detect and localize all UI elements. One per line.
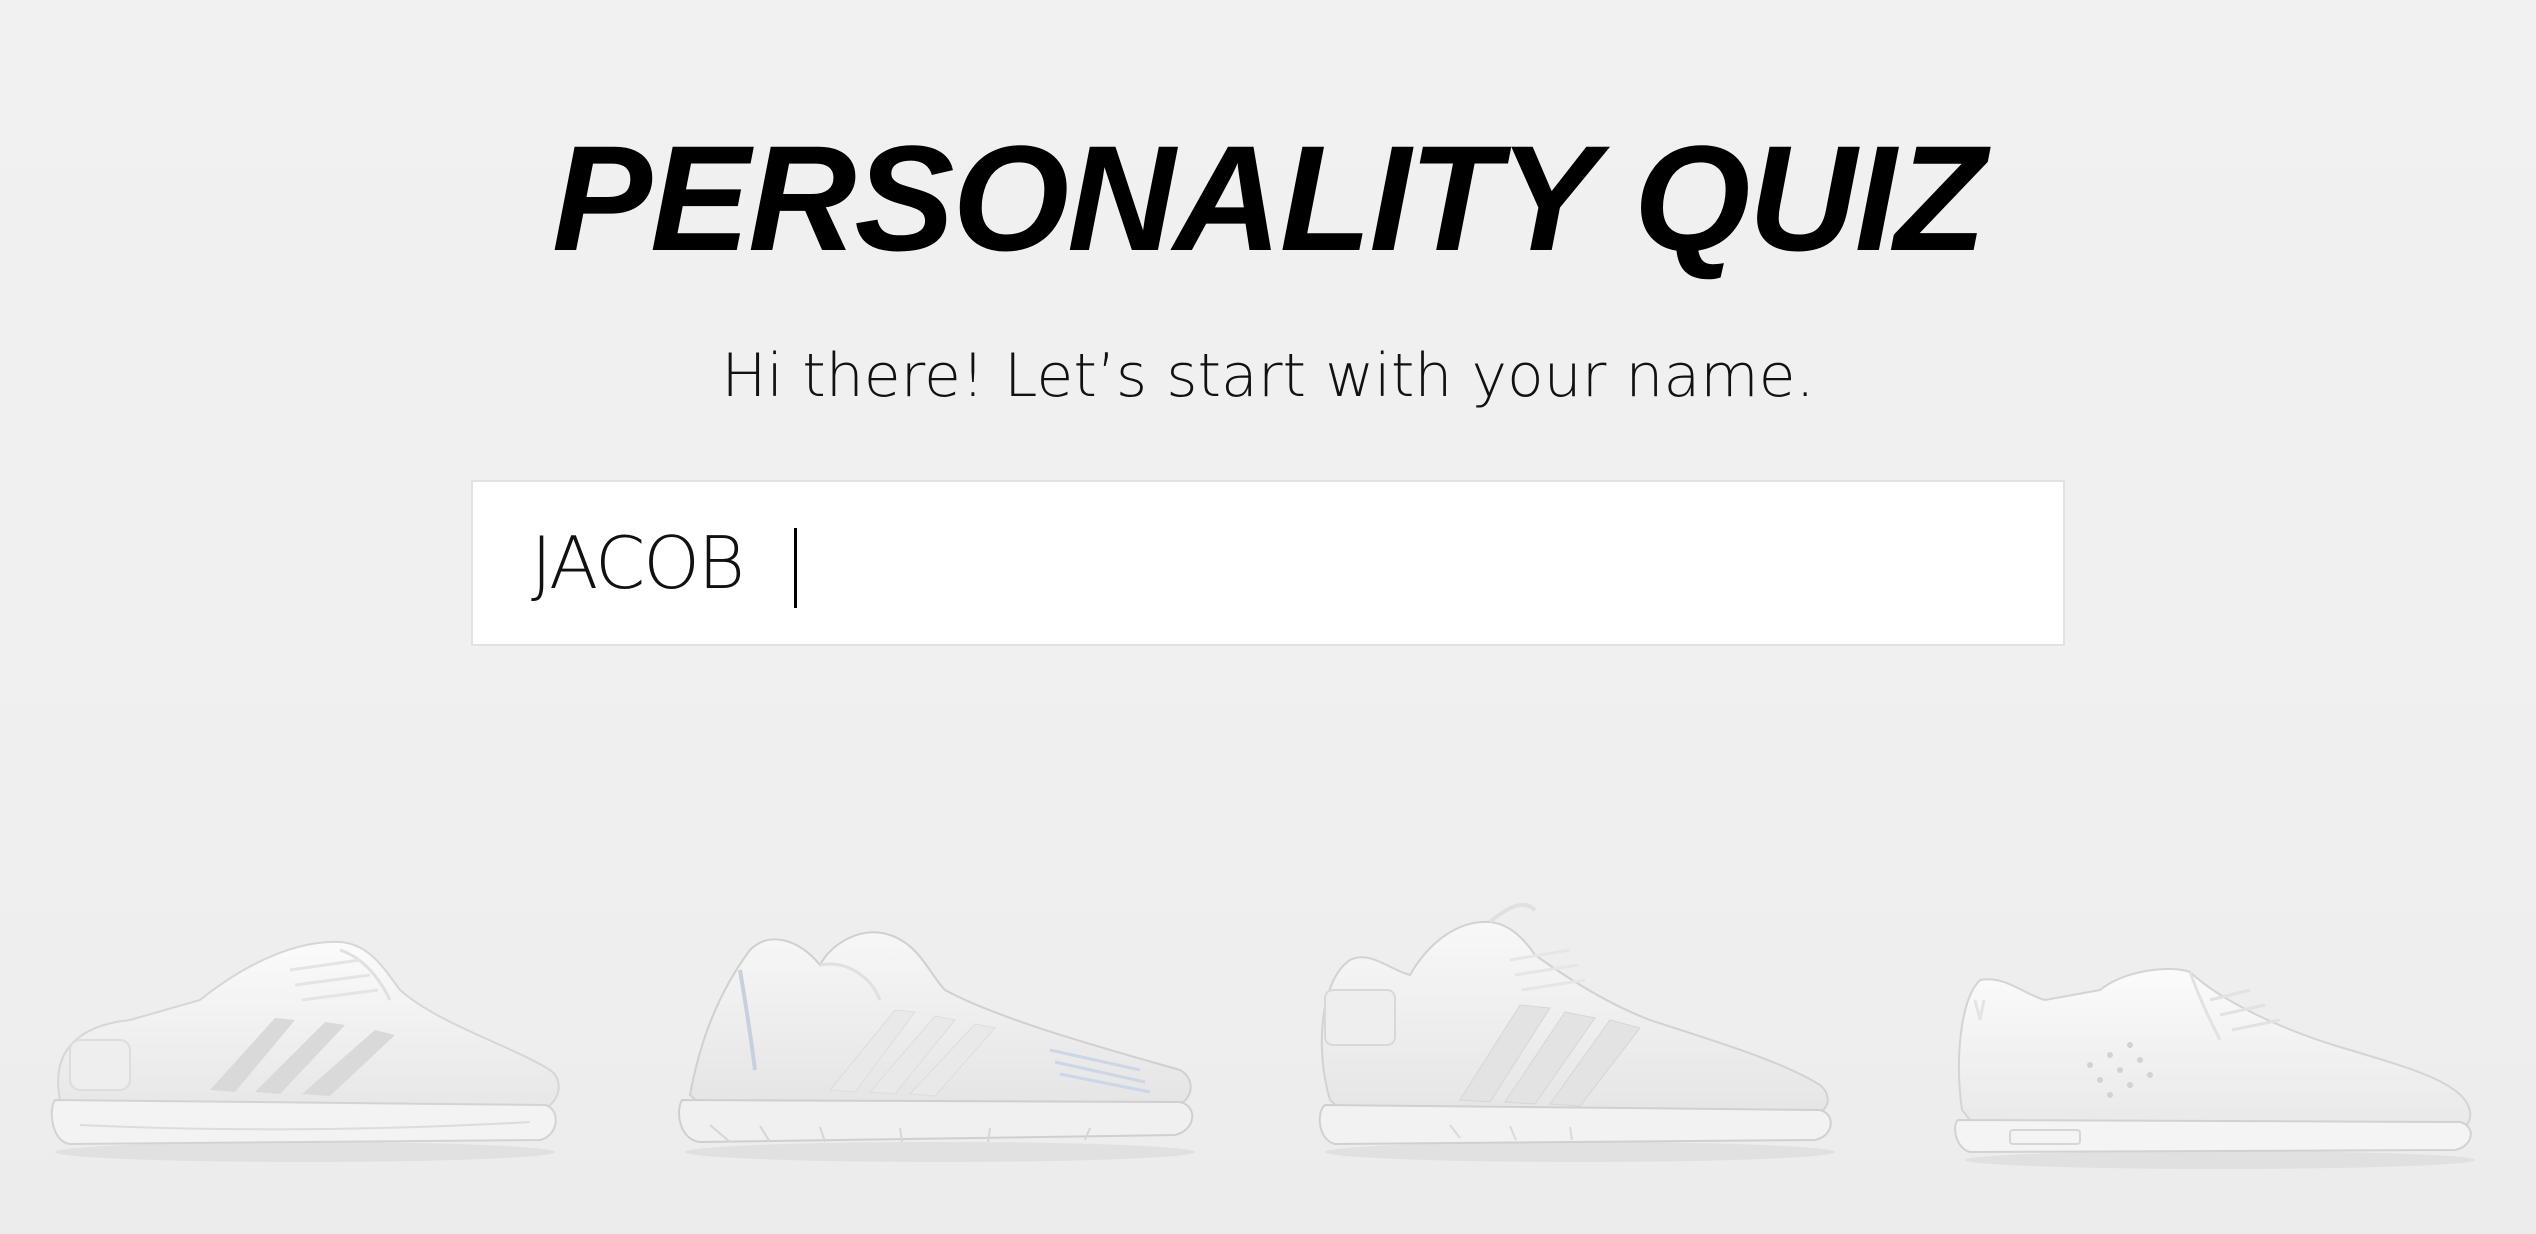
shoe-gallery (0, 880, 2536, 1234)
name-prompt: Hi there! Let’s start with your name. (721, 341, 1815, 411)
page-title: PERSONALITY QUIZ (551, 114, 1986, 282)
name-input[interactable] (531, 482, 2011, 644)
support-runner-image (1318, 902, 1835, 1162)
quiz-page: PERSONALITY QUIZ Hi there! Let’s start w… (0, 0, 2536, 1234)
knit-sneaker-image (678, 931, 1195, 1162)
text-cursor (794, 528, 797, 608)
running-shoe-image (50, 940, 560, 1162)
name-field-container[interactable] (471, 480, 2065, 646)
leather-court-shoe-image (1954, 968, 2475, 1169)
